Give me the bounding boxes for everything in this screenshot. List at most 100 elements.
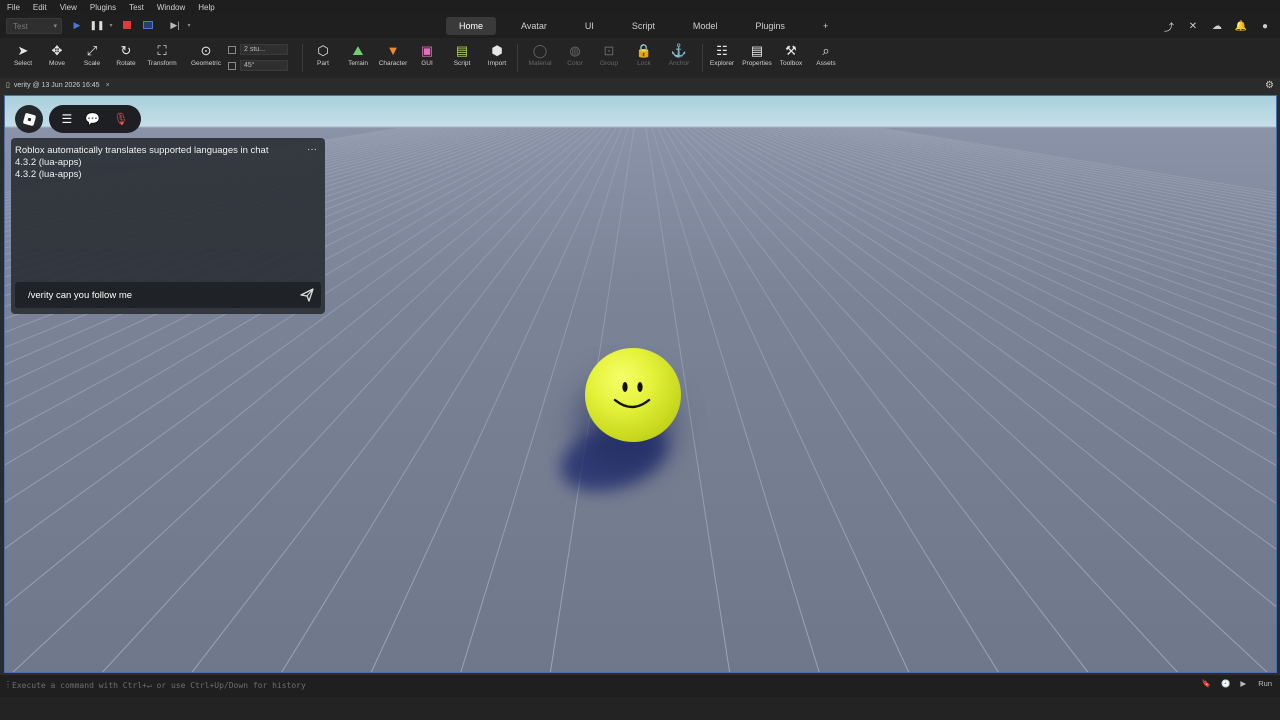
run-button[interactable]: ▶ Run bbox=[1240, 679, 1272, 688]
color-tool[interactable]: ◍ Color bbox=[557, 42, 593, 74]
group-icon: ⊡ bbox=[603, 43, 615, 58]
transform-tool-label: Transform bbox=[147, 60, 177, 67]
tab-ui[interactable]: UI bbox=[572, 17, 607, 35]
document-tab[interactable]: ▯ verity @ 13 Jun 2026 16:45 × bbox=[6, 78, 110, 92]
group-tool[interactable]: ⊡ Group bbox=[591, 42, 627, 74]
move-snap-field[interactable]: 2 stu... bbox=[240, 44, 288, 55]
material-icon: ◯ bbox=[532, 43, 548, 58]
chat-window: Roblox automatically translates supporte… bbox=[11, 138, 325, 314]
chat-input[interactable]: /verity can you follow me bbox=[28, 290, 132, 301]
menu-help[interactable]: Help bbox=[191, 3, 220, 12]
notification-icon[interactable]: 🔔 bbox=[1234, 19, 1248, 33]
chat-input-bar[interactable]: /verity can you follow me bbox=[15, 282, 321, 308]
chat-message: Roblox automatically translates supporte… bbox=[15, 145, 269, 156]
tab-plugins[interactable]: Plugins bbox=[742, 17, 798, 35]
scale-tool[interactable]: ⤢ Scale bbox=[74, 42, 110, 74]
tab-avatar[interactable]: Avatar bbox=[508, 17, 560, 35]
smiley-ball-character[interactable] bbox=[585, 348, 681, 442]
script-tool-label: Script bbox=[453, 60, 471, 67]
geometric-tool[interactable]: ⊙ Geometric bbox=[188, 42, 224, 74]
group-tool-label: Group bbox=[599, 60, 619, 67]
scale-icon: ⤢ bbox=[86, 43, 98, 58]
part-icon: ⬡ bbox=[317, 43, 329, 58]
ribbon-toolbar: ➤ Select ✥ Move ⤢ Scale ↻ Rotate ⛶ Transform … bbox=[0, 38, 1280, 78]
character-tool[interactable]: ▼ Character bbox=[375, 42, 411, 74]
command-bar-actions: 🔖 🕘 ▶ Run bbox=[1192, 679, 1272, 688]
properties-tool[interactable]: ▤ Properties bbox=[739, 42, 775, 74]
menu-test[interactable]: Test bbox=[122, 3, 150, 12]
top-bar: Test ▾ ▶ ❚❚ ▾ ▶| ▾ Home Avatar UI Script… bbox=[0, 14, 1280, 38]
step-icon[interactable]: ▶| bbox=[168, 18, 182, 32]
command-input[interactable]: Execute a command with Ctrl+↵ or use Ctr… bbox=[12, 681, 306, 690]
chat-icon[interactable]: 💬 bbox=[85, 112, 100, 126]
explorer-tool[interactable]: ☷ Explorer bbox=[704, 42, 740, 74]
character-tool-label: Character bbox=[378, 60, 408, 67]
monitor-icon bbox=[143, 21, 153, 29]
gui-tool[interactable]: ▣ GUI bbox=[409, 42, 445, 74]
send-icon[interactable] bbox=[299, 287, 315, 303]
mic-muted-icon[interactable]: 🎙 bbox=[113, 112, 128, 126]
menu-plugins[interactable]: Plugins bbox=[83, 3, 122, 12]
share-icon[interactable]: ⤴ bbox=[1162, 19, 1176, 34]
play-icon[interactable]: ▶ bbox=[70, 18, 84, 32]
menu-window[interactable]: Window bbox=[150, 3, 191, 12]
close-tab-button[interactable]: × bbox=[106, 82, 110, 89]
run-label: Run bbox=[1258, 679, 1272, 688]
menu-edit[interactable]: Edit bbox=[26, 3, 53, 12]
assets-tool-label: Assets bbox=[816, 60, 836, 67]
game-viewport[interactable]: ☰ 💬 🎙 Roblox automatically translates su… bbox=[4, 95, 1277, 673]
anchor-tool[interactable]: ⚓ Anchor bbox=[661, 42, 697, 74]
move-snap-row: 2 stu... bbox=[228, 44, 288, 55]
client-server-button[interactable] bbox=[141, 18, 155, 32]
script-tool[interactable]: ▤ Script bbox=[444, 42, 480, 74]
explorer-icon: ☷ bbox=[716, 43, 728, 58]
rotate-snap-field[interactable]: 45° bbox=[240, 60, 288, 71]
gui-icon: ▣ bbox=[420, 43, 434, 58]
more-options-icon[interactable]: ··· bbox=[307, 144, 317, 155]
pause-icon[interactable]: ❚❚ bbox=[89, 18, 104, 32]
ribbon-tabs: Home Avatar UI Script Model Plugins + bbox=[446, 17, 853, 35]
cloud-icon[interactable]: ☁ bbox=[1210, 19, 1224, 33]
mode-select[interactable]: Test ▾ bbox=[6, 18, 62, 34]
collaborate-icon[interactable]: ✕ bbox=[1186, 19, 1200, 33]
toolbox-icon: ⚒ bbox=[785, 43, 797, 58]
chat-message: 4.3.2 (lua-apps) bbox=[15, 169, 82, 180]
tab-script[interactable]: Script bbox=[619, 17, 668, 35]
smiley-face-icon bbox=[613, 382, 651, 409]
lock-tool[interactable]: 🔒 Lock bbox=[626, 42, 662, 74]
part-tool[interactable]: ⬡ Part bbox=[305, 42, 341, 74]
transform-tool[interactable]: ⛶ Transform bbox=[144, 42, 180, 74]
import-tool[interactable]: ⬢ Import bbox=[479, 42, 515, 74]
account-icon[interactable]: ● bbox=[1258, 19, 1272, 33]
rotate-icon: ↻ bbox=[120, 43, 132, 58]
assets-tool[interactable]: ⌕ Assets bbox=[808, 42, 844, 74]
chevron-down-icon[interactable]: ▾ bbox=[182, 18, 196, 32]
menu-file[interactable]: File bbox=[0, 3, 26, 12]
toolbox-tool[interactable]: ⚒ Toolbox bbox=[773, 42, 809, 74]
menu-view[interactable]: View bbox=[53, 3, 83, 12]
lock-tool-label: Lock bbox=[637, 60, 651, 67]
hamburger-icon[interactable]: ☰ bbox=[62, 112, 73, 126]
chevron-down-icon[interactable]: ▾ bbox=[104, 18, 118, 32]
move-tool-label: Move bbox=[49, 60, 65, 67]
bookmark-icon[interactable]: 🔖 bbox=[1202, 679, 1211, 688]
add-tab-button[interactable]: + bbox=[810, 17, 841, 35]
divider bbox=[517, 44, 518, 72]
select-tool[interactable]: ➤ Select bbox=[5, 42, 41, 74]
terrain-tool[interactable]: ⛰ Terrain bbox=[340, 42, 376, 74]
rotate-snap-checkbox[interactable] bbox=[228, 61, 236, 70]
gear-icon[interactable]: ⚙ bbox=[1265, 80, 1274, 91]
stop-icon bbox=[123, 21, 131, 29]
rotate-tool[interactable]: ↻ Rotate bbox=[108, 42, 144, 74]
select-tool-label: Select bbox=[13, 60, 33, 67]
tab-home[interactable]: Home bbox=[446, 17, 497, 35]
stop-button[interactable] bbox=[120, 18, 134, 32]
roblox-menu-button[interactable] bbox=[15, 105, 43, 133]
move-tool[interactable]: ✥ Move bbox=[39, 42, 75, 74]
tab-model[interactable]: Model bbox=[680, 17, 731, 35]
color-tool-label: Color bbox=[567, 60, 583, 67]
mode-select-value: Test bbox=[13, 21, 28, 31]
history-icon[interactable]: 🕘 bbox=[1221, 679, 1230, 688]
material-tool[interactable]: ◯ Material bbox=[522, 42, 558, 74]
move-snap-checkbox[interactable] bbox=[228, 45, 236, 54]
